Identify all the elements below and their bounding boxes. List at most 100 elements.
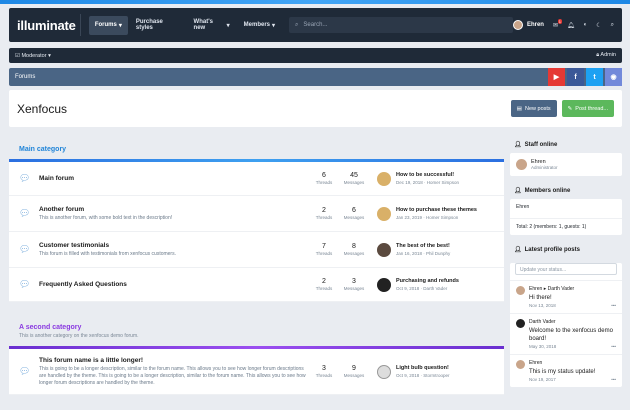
latest-post[interactable]: Purchasing and refunds Oct 9, 2018 · Dart… (377, 277, 459, 292)
profile-post: Ehren This is my status update! Nov 19, 20… (510, 354, 622, 387)
bell-icon[interactable]: 🔔︎ (567, 22, 575, 29)
post-thread-label: Post thread... (575, 105, 608, 112)
latest-post[interactable]: The best of the best! Jan 16, 2018 · Phil… (377, 242, 450, 257)
threads-count: 3 (322, 365, 326, 372)
inbox-icon[interactable]: ✉ 1 (553, 18, 562, 29)
category-title[interactable]: Main category (9, 140, 504, 159)
profile-posts-heading: 👤︎ Latest profile posts (510, 241, 622, 258)
moon-icon[interactable]: ☾ (596, 22, 601, 29)
staff-online-title: Staff online (524, 141, 558, 148)
forum-title[interactable]: Another forum (39, 206, 309, 213)
forum-node[interactable]: 💬︎ Main forum 6 Threads 45 Messages How to… (9, 162, 504, 196)
header-divider (79, 14, 81, 36)
nav-members[interactable]: Members ▾ (238, 16, 281, 35)
user-icon: 👤︎ (514, 188, 522, 194)
chat-icon: 💬︎ (19, 244, 31, 254)
youtube-icon[interactable]: ▶ (548, 68, 565, 86)
moderator-bar: ☑ Moderator ▾ 🔒︎ Admin (9, 48, 622, 63)
members-total: Total: 2 (members: 1, guests: 1) (516, 224, 587, 230)
messages-count: 6 (352, 207, 356, 214)
chat-icon: 💬︎ (19, 208, 31, 218)
forum-description: This is another forum, with some bold te… (39, 214, 173, 221)
latest-meta: Oct 9, 2018 · Darth Vader (396, 286, 448, 291)
twitter-icon[interactable]: t (586, 68, 603, 86)
forum-description: This is going to be a longer description… (39, 365, 306, 386)
nav-whats-new[interactable]: What's new ▾ (188, 13, 236, 37)
chevron-down-icon: ▾ (118, 22, 122, 29)
forum-title[interactable]: Main forum (39, 175, 309, 182)
avatar (512, 20, 523, 30)
forum-node[interactable]: 💬︎ Customer testimonials This forum is fi… (9, 232, 504, 268)
threads-label: Threads (315, 180, 333, 185)
messages-label: Messages (343, 286, 365, 291)
moderator-label: Moderator (21, 52, 47, 59)
members-list[interactable]: Ehren (510, 199, 622, 219)
moderator-menu[interactable]: ☑ Moderator ▾ (15, 53, 51, 59)
page-title: Xenfocus (17, 101, 68, 116)
profile-post-date: Nov 13, 2018 (529, 303, 556, 308)
nav-forums[interactable]: Forums ▾ (88, 15, 128, 35)
search-icon[interactable]: ⌕ (611, 22, 614, 29)
members-online-heading: 👤︎ Members online (510, 182, 622, 199)
breadcrumb-forums[interactable]: Forums (15, 74, 35, 80)
profile-posts-box: Update your status... Ehren ▸ Darth Vade… (510, 263, 622, 387)
facebook-icon[interactable]: f (567, 68, 584, 86)
discord-icon[interactable]: ◉ (605, 68, 622, 86)
staff-member[interactable]: Ehren Administrator (510, 153, 622, 176)
category-block: Main category 💬︎ Main forum 6 Threads 45 M… (9, 140, 504, 302)
document-icon: ▤ (516, 105, 522, 112)
site-logo[interactable]: illuminate (17, 18, 76, 33)
post-thread-button[interactable]: ✎ Post thread... (561, 100, 614, 117)
latest-meta: Dec 19, 2018 · Homer Simpson (396, 180, 460, 185)
forum-node[interactable]: 💬︎ Another forum This is another forum, w… (9, 196, 504, 232)
latest-title[interactable]: The best of the best! (396, 243, 450, 249)
forum-title[interactable]: This forum name is a little longer! (39, 357, 309, 364)
forum-node[interactable]: 💬︎ Frequently Asked Questions 2 Threads 3… (9, 268, 504, 302)
nav-forums-label: Forums (94, 22, 117, 28)
header-user-area: Ehren ✉ 1 🔔︎ ◐ ☾ ⌕ (512, 18, 614, 30)
forum-list: Main category 💬︎ Main forum 6 Threads 45 M… (9, 140, 504, 395)
latest-post[interactable]: How to be successful! Dec 19, 2018 · Home… (377, 171, 460, 186)
breadcrumb: Forums (9, 68, 622, 86)
more-icon[interactable]: ••• (611, 303, 616, 308)
nav-purchase-styles[interactable]: Purchase styles (130, 13, 186, 37)
more-icon[interactable]: ••• (611, 377, 616, 382)
pencil-icon: ✎ (567, 105, 573, 112)
user-menu[interactable]: Ehren (512, 20, 544, 30)
forum-title[interactable]: Frequently Asked Questions (39, 281, 309, 288)
new-posts-label: New posts (524, 105, 551, 112)
profile-post-date: May 30, 2018 (529, 344, 557, 349)
more-icon[interactable]: ••• (611, 344, 616, 349)
staff-online-heading: 👤︎ Staff online (510, 136, 622, 153)
messages-label: Messages (343, 180, 365, 185)
latest-post[interactable]: Light bulb question! Oct 9, 2018 · Stormt… (377, 364, 450, 379)
profile-post-author[interactable]: Ehren (529, 360, 616, 366)
forum-title[interactable]: Customer testimonials (39, 242, 309, 249)
page-title-box: Xenfocus ▤ New posts ✎ Post thread... (9, 90, 622, 127)
inbox-badge: 1 (557, 18, 562, 24)
avatar (516, 159, 527, 170)
contrast-icon[interactable]: ◐ (584, 22, 588, 28)
threads-count: 2 (322, 278, 326, 285)
latest-title[interactable]: Purchasing and refunds (396, 278, 459, 284)
search-input[interactable]: ⌕ Search... (289, 17, 513, 33)
avatar (516, 360, 525, 369)
profile-post-author[interactable]: Ehren ▸ Darth Vader (529, 286, 616, 292)
nav-whats-new-label: What's new (193, 19, 213, 31)
latest-title[interactable]: How to purchase these themes (396, 207, 477, 213)
messages-count: 45 (350, 172, 358, 179)
latest-post[interactable]: How to purchase these themes Jan 23, 2019… (377, 206, 477, 221)
new-posts-button[interactable]: ▤ New posts (510, 100, 557, 117)
status-input[interactable]: Update your status... (515, 263, 617, 275)
latest-title[interactable]: Light bulb question! (396, 365, 450, 371)
latest-title[interactable]: How to be successful! (396, 172, 459, 178)
avatar (516, 319, 525, 328)
profile-post-author[interactable]: Darth Vader (529, 319, 616, 325)
avatar (377, 364, 391, 379)
staff-online-box: Ehren Administrator (510, 153, 622, 176)
admin-link[interactable]: 🔒︎ Admin (596, 52, 616, 59)
avatar (377, 206, 391, 221)
latest-meta: Jan 23, 2019 · Homer Simpson (396, 215, 459, 220)
forum-node[interactable]: 💬︎ This forum name is a little longer! Th… (9, 349, 504, 395)
messages-count: 8 (352, 243, 356, 250)
